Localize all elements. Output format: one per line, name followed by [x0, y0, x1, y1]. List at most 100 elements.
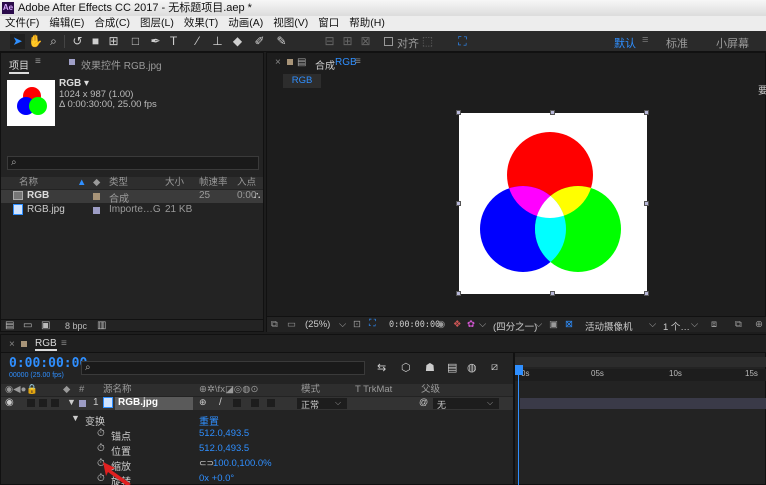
- position-value[interactable]: 512.0,493.5: [199, 443, 249, 454]
- transparency-grid-icon[interactable]: ⊠: [565, 319, 573, 330]
- views-select[interactable]: 1 个…: [663, 319, 690, 333]
- flowchart-icon[interactable]: ⛬: [254, 190, 260, 201]
- col-in[interactable]: 入点: [237, 177, 256, 189]
- solo-toggle[interactable]: [39, 399, 47, 407]
- time-ruler[interactable]: 0s 05s 10s 15s: [515, 369, 766, 381]
- fit-icon[interactable]: ⊡: [353, 319, 361, 330]
- chevron-down-icon[interactable]: ⌵: [339, 319, 346, 330]
- current-time-display[interactable]: 0:00:00:00: [9, 356, 87, 371]
- roto-brush-tool-icon[interactable]: ✐: [252, 34, 267, 49]
- hand-tool-icon[interactable]: ✋: [28, 34, 43, 49]
- always-preview-icon[interactable]: ⧉: [271, 319, 278, 330]
- tab-project[interactable]: 项目: [9, 57, 29, 74]
- draft-3d-icon[interactable]: ⬡: [401, 361, 411, 374]
- workspace-standard[interactable]: 标准: [666, 35, 688, 51]
- table-row[interactable]: RGB.jpg Importe…G 21 KB: [1, 204, 263, 217]
- col-fps[interactable]: 帧速率: [199, 177, 228, 189]
- chevron-down-icon[interactable]: ⌵: [691, 319, 698, 330]
- menu-file[interactable]: 文件(F): [0, 16, 44, 31]
- parent-select[interactable]: 无 ⌵: [433, 398, 499, 410]
- panel-divider[interactable]: [513, 353, 515, 485]
- layer-duration-bar[interactable]: [520, 398, 766, 409]
- hide-shy-icon[interactable]: ☗: [425, 361, 435, 374]
- reset-exposure-icon[interactable]: ⧉: [735, 319, 742, 330]
- exposure-icon[interactable]: ⊕: [755, 319, 763, 330]
- pen-tool-icon[interactable]: ✒: [148, 34, 163, 49]
- project-menu-icon[interactable]: ≡: [35, 56, 41, 67]
- delete-icon[interactable]: ▥: [97, 320, 106, 331]
- new-composition-icon[interactable]: ▣: [41, 320, 50, 331]
- menu-view[interactable]: 视图(V): [268, 16, 313, 31]
- project-search-input[interactable]: ⌕: [7, 156, 259, 170]
- tab-composition[interactable]: 合成: [315, 57, 335, 72]
- pick-whip-icon[interactable]: @: [419, 397, 428, 407]
- menu-help[interactable]: 帮助(H): [344, 16, 390, 31]
- menu-animation[interactable]: 动画(A): [223, 16, 268, 31]
- resolution-select[interactable]: (四分之一): [493, 319, 537, 333]
- close-tab-icon[interactable]: ×: [9, 339, 15, 350]
- viewer-timecode[interactable]: 0:00:00:00: [389, 320, 440, 330]
- axis-icon[interactable]: ⊠: [358, 34, 373, 49]
- workspace-menu-icon[interactable]: ≡: [642, 34, 648, 46]
- scale-value[interactable]: 100.0,100.0%: [213, 458, 272, 469]
- anchor-point-value[interactable]: 512.0,493.5: [199, 428, 249, 439]
- pixel-aspect-icon[interactable]: ⧈: [711, 319, 717, 330]
- menu-effect[interactable]: 效果(T): [179, 16, 223, 31]
- work-area-bar[interactable]: [515, 357, 766, 367]
- tab-effect-controls[interactable]: 效果控件 RGB.jpg: [81, 57, 162, 72]
- layer-search-input[interactable]: ⌕: [81, 361, 365, 375]
- snapshot-icon[interactable]: ◉: [437, 319, 445, 330]
- menu-layer[interactable]: 图层(L): [135, 16, 179, 31]
- label-swatch[interactable]: [93, 207, 100, 214]
- playhead-handle[interactable]: [515, 365, 523, 375]
- camera-select[interactable]: 活动摄像机: [585, 319, 633, 333]
- expand-arrow-icon[interactable]: ▼: [67, 397, 76, 407]
- visibility-eye-icon[interactable]: ◉: [5, 397, 14, 408]
- chevron-down-icon[interactable]: ⌵: [479, 319, 486, 330]
- audio-toggle[interactable]: [27, 399, 35, 407]
- menu-edit[interactable]: 编辑(E): [44, 16, 89, 31]
- distribute-icon[interactable]: ⊞: [340, 34, 355, 49]
- table-row[interactable]: RGB 合成 25 0:00 ⛬: [1, 190, 263, 205]
- text-tool-icon[interactable]: T: [166, 34, 181, 49]
- chevron-down-icon[interactable]: ⌵: [535, 319, 542, 330]
- rotate-tool-icon[interactable]: ↺: [70, 34, 85, 49]
- switch-box[interactable]: [251, 399, 259, 407]
- col-parent[interactable]: 父级: [421, 384, 440, 396]
- brush-tool-icon[interactable]: ⁄: [190, 34, 205, 49]
- layer-row[interactable]: ◉ ▼ 1 RGB.jpg ⊕ / 正常 ⌵ @ 无 ⌵: [1, 397, 513, 410]
- av-features-icon[interactable]: ◉◀●🔒: [5, 384, 38, 396]
- tab-comp-name[interactable]: RGB: [335, 57, 357, 68]
- monitor-icon[interactable]: ▭: [287, 319, 296, 330]
- region-of-interest-icon[interactable]: ⛶: [369, 318, 376, 329]
- switch-box[interactable]: [233, 399, 241, 407]
- selection-tool-icon[interactable]: ➤: [10, 34, 25, 49]
- clone-stamp-tool-icon[interactable]: ⊥: [210, 34, 225, 49]
- col-mode[interactable]: 模式: [301, 384, 320, 396]
- shy-switch-icon[interactable]: ⊕: [199, 397, 207, 408]
- constrain-proportions-icon[interactable]: ⊂⊃: [199, 458, 214, 469]
- col-type[interactable]: 类型: [109, 177, 128, 189]
- snap-option-icon[interactable]: ⬚: [420, 34, 435, 49]
- stopwatch-icon[interactable]: ⏱: [97, 443, 105, 454]
- lock-toggle[interactable]: [51, 399, 59, 407]
- interpret-footage-icon[interactable]: ▤: [5, 320, 14, 331]
- switches-icon[interactable]: ⊕✲\fx◪◎◍⊙: [199, 384, 258, 396]
- col-source-name[interactable]: 源名称: [103, 384, 132, 396]
- switch-box[interactable]: [267, 399, 275, 407]
- breadcrumb[interactable]: RGB: [283, 74, 321, 88]
- menu-window[interactable]: 窗口: [313, 16, 344, 31]
- col-layer-number[interactable]: #: [79, 384, 84, 396]
- stopwatch-icon[interactable]: ⏱: [97, 428, 105, 439]
- label-swatch[interactable]: [79, 400, 86, 407]
- col-trkmat[interactable]: T TrkMat: [355, 384, 392, 396]
- puppet-tool-icon[interactable]: ✎: [274, 34, 289, 49]
- zoom-tool-icon[interactable]: ⌕: [46, 34, 61, 49]
- snap-target-icon[interactable]: ⛶: [455, 34, 470, 49]
- chevron-down-icon[interactable]: ⌵: [649, 319, 656, 330]
- transform-label[interactable]: 变换: [85, 413, 105, 428]
- bpc-button[interactable]: 8 bpc: [65, 321, 87, 331]
- selected-item-name[interactable]: RGB ▾: [59, 78, 89, 89]
- show-snapshot-icon[interactable]: ❖: [453, 319, 462, 330]
- new-folder-icon[interactable]: ▭: [23, 320, 32, 331]
